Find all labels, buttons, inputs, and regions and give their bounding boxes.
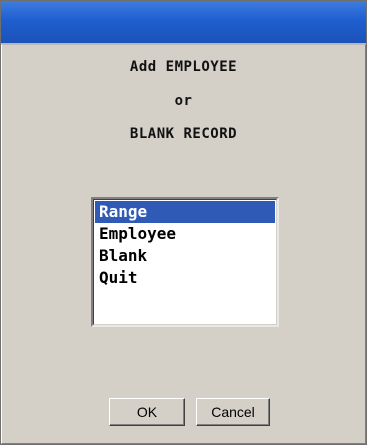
cancel-button[interactable]: Cancel (196, 398, 270, 426)
ok-button[interactable]: OK (109, 398, 185, 426)
title-bar[interactable] (1, 1, 366, 44)
message-line-3: BLANK RECORD (129, 126, 238, 142)
list-item-range[interactable]: Range (95, 201, 275, 223)
list-item-blank[interactable]: Blank (95, 245, 275, 267)
dialog-window: Add EMPLOYEE or BLANK RECORD Range Emplo… (0, 0, 367, 445)
message-line-2: or (174, 93, 193, 109)
message-line-1: Add EMPLOYEE (129, 59, 238, 75)
list-item-employee[interactable]: Employee (95, 223, 275, 245)
list-item-quit[interactable]: Quit (95, 267, 275, 289)
option-listbox[interactable]: Range Employee Blank Quit (91, 197, 279, 327)
